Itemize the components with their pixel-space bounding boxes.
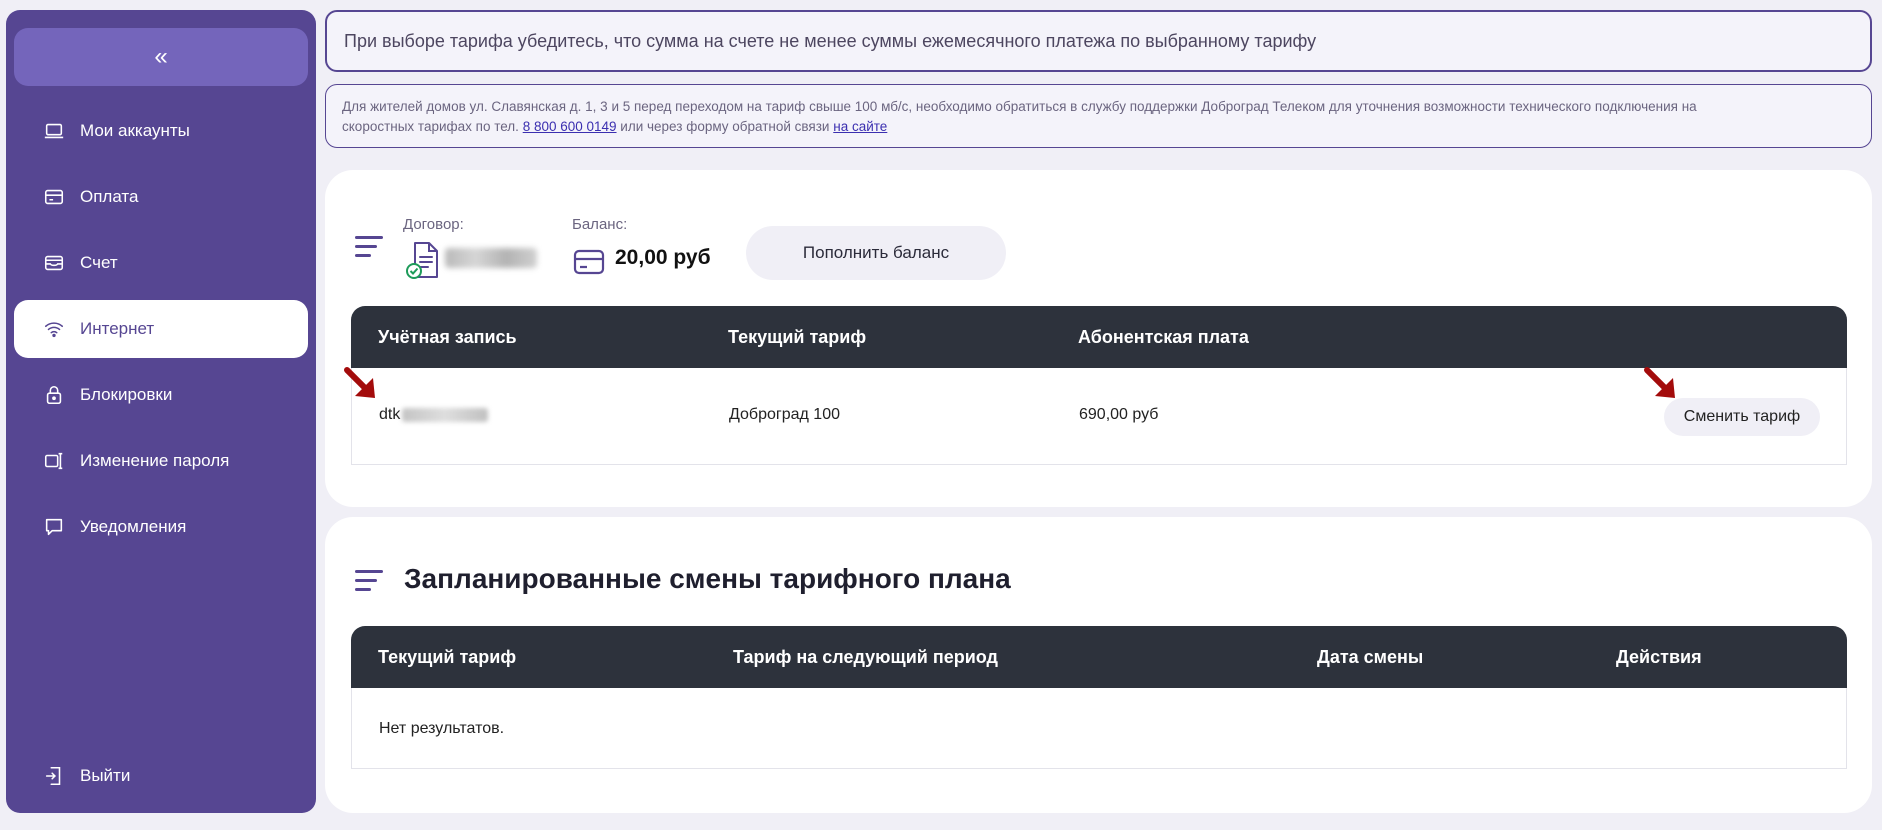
laptop-icon: [43, 120, 65, 142]
column-header-actions: Действия: [1616, 646, 1702, 667]
sidebar-item-internet[interactable]: Интернет: [14, 300, 308, 358]
sidebar-item-label: Блокировки: [80, 385, 173, 404]
sidebar-item-label: Изменение пароля: [80, 451, 230, 470]
column-header-account: Учётная запись: [378, 326, 517, 347]
top-up-balance-button[interactable]: Пополнить баланс: [746, 226, 1006, 280]
scheduled-changes-card: Запланированные смены тарифного плана Те…: [325, 517, 1872, 813]
sidebar-item-label: Интернет: [80, 319, 155, 338]
bill-icon: [43, 252, 65, 274]
column-header-current-tariff: Текущий тариф: [728, 326, 867, 347]
column-header-monthly-fee: Абонентская плата: [1078, 326, 1249, 347]
empty-results-row: Нет результатов.: [351, 688, 1847, 769]
wifi-icon: [43, 318, 65, 340]
current-tariff-cell: Доброград 100: [729, 406, 840, 423]
chat-icon: [43, 516, 65, 538]
account-redacted: [402, 408, 489, 422]
sidebar-item-bill[interactable]: Счет: [14, 234, 308, 292]
sidebar-collapse-button[interactable]: «: [14, 28, 308, 86]
sidebar-item-label: Выйти: [80, 766, 131, 785]
notice-line-2: скоростных тарифах по тел. 8 800 600 014…: [342, 117, 1855, 137]
table-row: dtk Доброград 100 690,00 руб Сменить тар…: [351, 368, 1847, 465]
empty-results-text: Нет результатов.: [379, 720, 505, 737]
column-header-change-date: Дата смены: [1317, 646, 1424, 667]
sidebar-item-logout[interactable]: Выйти: [14, 747, 308, 805]
feedback-site-link[interactable]: на сайте: [833, 119, 887, 134]
column-header-next-tariff: Тариф на следующий период: [733, 646, 998, 667]
wallet-card-icon: [573, 248, 605, 276]
lock-icon: [43, 384, 65, 406]
logout-icon: [43, 765, 65, 787]
notice-text: При выборе тарифа убедитесь, что сумма н…: [344, 30, 1317, 51]
card-icon: [43, 186, 65, 208]
tariff-table-header: Учётная запись Текущий тариф Абонентская…: [351, 306, 1847, 368]
account-prefix: dtk: [379, 406, 401, 423]
sidebar-item-notifications[interactable]: Уведомления: [14, 498, 308, 556]
change-tariff-button[interactable]: Сменить тариф: [1664, 398, 1820, 436]
menu-lines-icon: [355, 236, 383, 258]
balance-value: 20,00 руб: [615, 246, 711, 269]
contract-number-redacted: [445, 248, 537, 268]
support-notice: Для жителей домов ул. Славянская д. 1, 3…: [325, 84, 1872, 148]
support-phone-link[interactable]: 8 800 600 0149: [523, 119, 617, 134]
account-cell: dtk: [379, 406, 489, 424]
password-icon: [43, 450, 65, 472]
balance-label: Баланс:: [572, 216, 628, 233]
notice-line-1: Для жителей домов ул. Славянская д. 1, 3…: [342, 99, 1697, 114]
sidebar-item-label: Уведомления: [80, 517, 187, 536]
sidebar: « Мои аккаунты Оплата Счет Интернет Блок…: [6, 10, 316, 813]
sidebar-item-label: Оплата: [80, 187, 139, 206]
contract-document-icon: [405, 240, 441, 280]
contract-label: Договор:: [403, 216, 464, 233]
section-title: Запланированные смены тарифного плана: [404, 563, 1011, 594]
scheduled-table-header: Текущий тариф Тариф на следующий период …: [351, 626, 1847, 688]
account-card: Договор: Баланс: 20,00 руб Пополнить бал…: [325, 170, 1872, 507]
column-header-current-tariff: Текущий тариф: [378, 646, 517, 667]
sidebar-item-blocks[interactable]: Блокировки: [14, 366, 308, 424]
sidebar-item-change-password[interactable]: Изменение пароля: [14, 432, 308, 490]
sidebar-item-my-accounts[interactable]: Мои аккаунты: [14, 102, 308, 160]
sidebar-item-label: Счет: [80, 253, 118, 272]
tariff-balance-notice: При выборе тарифа убедитесь, что сумма н…: [325, 10, 1872, 72]
annotation-arrow-icon: [343, 366, 383, 406]
monthly-fee-cell: 690,00 руб: [1079, 406, 1159, 423]
sidebar-item-payment[interactable]: Оплата: [14, 168, 308, 226]
annotation-arrow-icon: [1643, 366, 1683, 406]
notice-line-2-mid: или через форму обратной связи: [620, 119, 830, 134]
menu-lines-icon: [355, 570, 383, 592]
notice-line-2-prefix: скоростных тарифах по тел.: [342, 119, 519, 134]
sidebar-item-label: Мои аккаунты: [80, 121, 190, 140]
